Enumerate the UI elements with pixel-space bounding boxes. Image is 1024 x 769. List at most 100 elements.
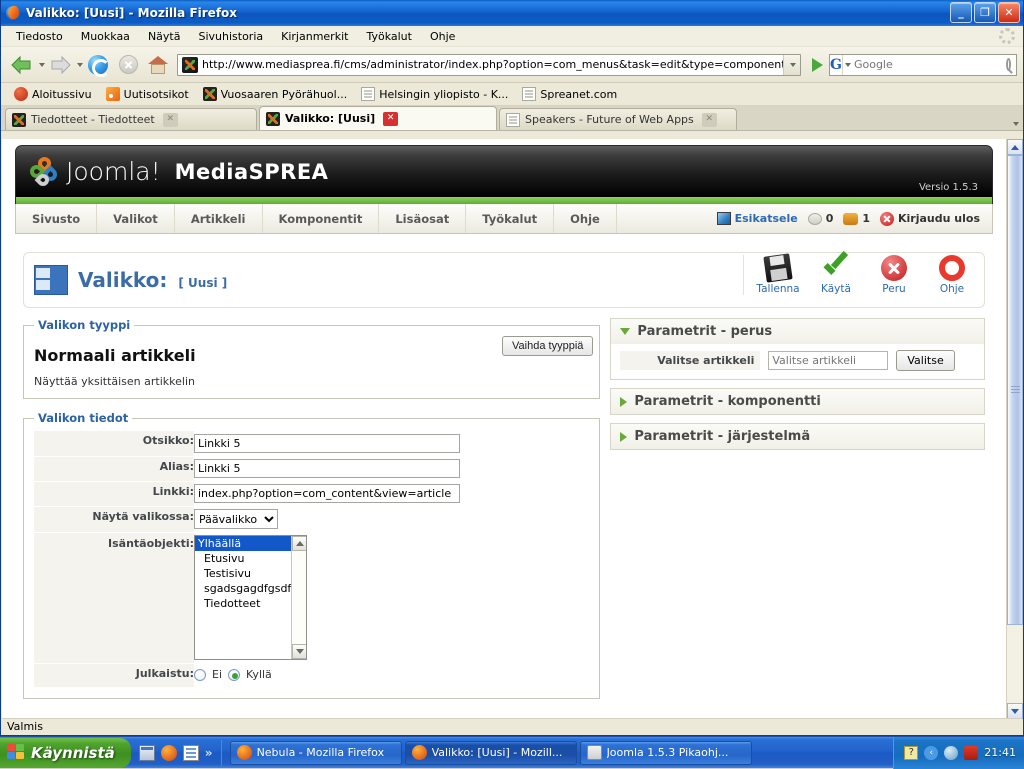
menu-item-ohje[interactable]: Ohje	[421, 28, 464, 45]
help-icon[interactable]: ?	[904, 746, 918, 760]
search-engine-selector[interactable]: G	[830, 55, 843, 75]
show-hidden-icons-icon[interactable]: ‹	[924, 746, 938, 760]
cancel-button[interactable]: Peru	[870, 255, 918, 295]
task-valikko-uusi[interactable]: Valikko: [Uusi] - Mozill...	[405, 741, 577, 765]
menu-sivusto[interactable]: Sivusto	[16, 204, 97, 233]
apply-button[interactable]: Käytä	[812, 255, 860, 295]
params-system-header[interactable]: Parametrit - järjestelmä	[611, 424, 984, 449]
task-joomla-pikaohje[interactable]: Joomla 1.5.3 Pikaohj...	[580, 741, 752, 765]
triangle-down-icon	[620, 328, 630, 335]
scroll-down-button[interactable]	[1007, 703, 1023, 719]
window-title: Valikko: [Uusi] - Mozilla Firefox	[26, 6, 237, 20]
bookmark-helsingin-yliopisto[interactable]: Helsingin yliopisto - K...	[354, 85, 515, 103]
reload-button[interactable]	[83, 50, 113, 80]
menu-valikot[interactable]: Valikot	[97, 204, 175, 233]
save-button[interactable]: Tallenna	[754, 255, 802, 295]
preview-label[interactable]: Esikatsele	[735, 212, 798, 225]
tab-valikko-uusi[interactable]: Valikko: [Uusi] ✕	[259, 106, 497, 130]
published-no-radio[interactable]	[194, 669, 206, 681]
search-icon[interactable]	[1006, 58, 1011, 71]
show-desktop-icon[interactable]	[139, 745, 155, 761]
menu-artikkeli[interactable]: Artikkeli	[175, 204, 263, 233]
preview-link[interactable]: Esikatsele	[717, 212, 798, 225]
help-button[interactable]: Ohje	[928, 255, 976, 295]
users-online-status[interactable]: 1	[843, 212, 870, 225]
home-icon	[148, 56, 168, 74]
bookmark-aloitussivu[interactable]: Aloitussivu	[7, 85, 99, 103]
menu-komponentit[interactable]: Komponentit	[263, 204, 380, 233]
listbox-scroll-down-button[interactable]	[292, 644, 307, 659]
menu-item-nayta[interactable]: Näytä	[139, 28, 190, 45]
menu-select[interactable]: Päävalikko	[194, 509, 278, 529]
search-bar[interactable]: G	[829, 54, 1017, 76]
menu-item-tyokalut[interactable]: Työkalut	[357, 28, 421, 45]
bookmark-vuosaaren-pyorahuolto[interactable]: Vuosaaren Pyörähuol...	[196, 85, 355, 103]
listbox-option-ylhaalla[interactable]: Ylhäällä	[195, 536, 306, 551]
stop-icon	[119, 55, 138, 74]
title-input[interactable]	[194, 434, 460, 453]
bookmark-uutisotsikot[interactable]: Uutisotsikot	[99, 85, 196, 103]
listbox-option-sgadsgagdfgsdfg[interactable]: sgadsgagdfgsdfg	[195, 581, 306, 596]
users-count: 1	[862, 212, 870, 225]
admin-toolbar: Tallenna Käytä Peru Ohje	[743, 255, 976, 295]
menu-lisaosat[interactable]: Lisäosat	[379, 204, 466, 233]
address-history-dropdown[interactable]	[783, 55, 800, 75]
params-basic-header[interactable]: Parametrit - perus	[611, 319, 984, 344]
stop-button[interactable]	[113, 50, 143, 80]
listbox-scrollbar[interactable]	[291, 536, 306, 659]
scrollbar-thumb[interactable]	[1007, 155, 1023, 625]
chevron-down-icon	[790, 63, 796, 67]
triangle-right-icon	[620, 397, 627, 407]
media-player-icon[interactable]	[183, 745, 199, 761]
select-article-input[interactable]	[768, 351, 888, 370]
taskbar-clock[interactable]: 21:41	[984, 746, 1016, 759]
menu-item-sivuhistoria[interactable]: Sivuhistoria	[189, 28, 272, 45]
params-basic-title: Parametrit - perus	[637, 324, 772, 339]
tab-close-icon[interactable]: ✕	[383, 112, 398, 126]
params-component-header[interactable]: Parametrit - komponentti	[611, 389, 984, 414]
task-nebula-firefox[interactable]: Nebula - Mozilla Firefox	[230, 741, 402, 765]
close-button[interactable]: ✕	[998, 2, 1020, 23]
parent-listbox[interactable]: Ylhäällä Etusivu Testisivu sgadsgagdfgsd…	[194, 535, 307, 660]
maximize-button[interactable]: ❐	[974, 2, 996, 23]
menu-tyokalut[interactable]: Työkalut	[466, 204, 554, 233]
link-input[interactable]	[194, 484, 460, 503]
menu-ohje[interactable]: Ohje	[554, 204, 617, 233]
listbox-option-testisivu[interactable]: Testisivu	[195, 566, 306, 581]
menu-item-muokkaa[interactable]: Muokkaa	[72, 28, 139, 45]
security-shield-icon[interactable]	[964, 746, 978, 760]
listbox-scroll-up-button[interactable]	[292, 536, 307, 551]
logout-link[interactable]: Kirjaudu ulos	[880, 212, 980, 226]
go-button[interactable]	[805, 53, 829, 77]
listbox-option-etusivu[interactable]: Etusivu	[195, 551, 306, 566]
change-type-button[interactable]: Vaihda tyyppiä	[502, 336, 593, 356]
home-button[interactable]	[143, 50, 173, 80]
menu-item-tiedosto[interactable]: Tiedosto	[7, 28, 72, 45]
minimize-button[interactable]: _	[950, 2, 972, 23]
scroll-up-button[interactable]	[1007, 139, 1023, 155]
address-bar[interactable]: http://www.mediasprea.fi/cms/administrat…	[177, 54, 801, 76]
forward-arrow-icon	[48, 54, 72, 76]
search-input[interactable]	[851, 57, 1001, 72]
alias-input[interactable]	[194, 459, 460, 478]
params-system-title: Parametrit - järjestelmä	[634, 429, 810, 444]
tab-tiedotteet[interactable]: Tiedotteet - Tiedotteet ✕	[5, 108, 257, 130]
forward-button[interactable]	[45, 50, 75, 80]
back-button[interactable]	[7, 50, 37, 80]
quicklaunch-overflow-icon[interactable]: »	[205, 746, 213, 760]
tab-speakers-future-of-web-apps[interactable]: Speakers - Future of Web Apps ✕	[499, 108, 737, 130]
chevron-down-icon	[296, 649, 304, 654]
start-button[interactable]: Käynnistä	[0, 738, 131, 768]
published-yes-radio[interactable]	[228, 669, 240, 681]
tab-close-icon[interactable]: ✕	[702, 113, 717, 127]
firefox-icon[interactable]	[161, 745, 177, 761]
page-scrollbar[interactable]	[1006, 139, 1022, 719]
bookmark-spreanet[interactable]: Spreanet.com	[515, 85, 624, 103]
listbox-option-tiedotteet[interactable]: Tiedotteet	[195, 596, 306, 611]
messages-status[interactable]: 0	[808, 212, 834, 225]
menu-item-kirjanmerkit[interactable]: Kirjanmerkit	[272, 28, 357, 45]
select-article-button[interactable]: Valitse	[896, 350, 954, 371]
tab-close-icon[interactable]: ✕	[163, 113, 178, 127]
disc-icon[interactable]	[944, 746, 958, 760]
tab-list-dropdown-icon[interactable]	[1013, 122, 1019, 126]
